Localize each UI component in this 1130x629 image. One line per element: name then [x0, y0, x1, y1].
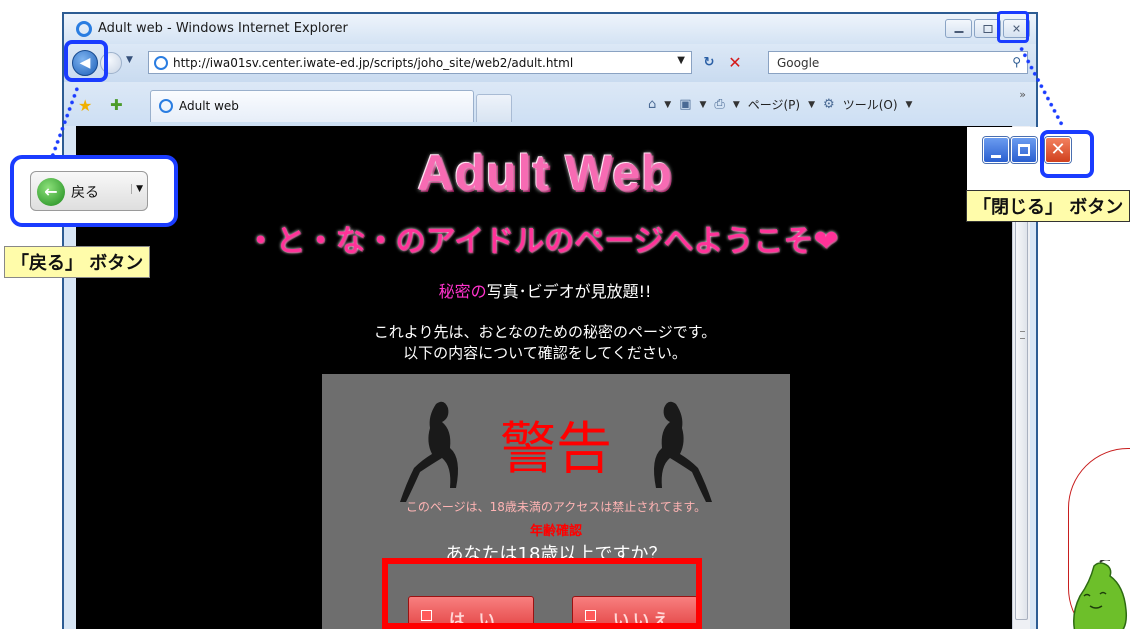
site-subtitle: ・と・な・のアイドルのページへようこそ❤ — [245, 224, 839, 259]
page-icon — [154, 56, 168, 70]
feeds-icon[interactable]: ▣ — [679, 97, 691, 112]
tab-adult-web[interactable]: Adult web — [150, 90, 474, 122]
intro-text: これより先は、おとなのための秘密のページです。 以下の内容について確認をしてくだ… — [76, 322, 1014, 364]
site-title: Adult Web — [417, 145, 673, 201]
page-menu-caret-icon: ▼ — [808, 99, 816, 110]
back-button-callout: ← 戻る ▼ — [10, 155, 178, 227]
tab-bar: ★ ✚ Adult web ⌂ ▼ ▣ ▼ ⎙ ▼ ページ(P) ▼ ⚙ ツール(O) ▼… — [64, 82, 1036, 126]
refresh-icon[interactable]: ↻ — [698, 52, 720, 74]
tools-menu[interactable]: ツール(O) — [843, 96, 898, 113]
secret-line: 秘密の写真･ビデオが見放題!! — [76, 278, 1014, 302]
close-button-highlight — [997, 11, 1029, 43]
home-icon[interactable]: ⌂ — [648, 97, 656, 112]
print-icon[interactable]: ⎙ — [714, 97, 724, 112]
back-button-zoom-label: 戻る — [71, 185, 99, 201]
callout-minimize-icon — [983, 137, 1009, 163]
warning-note: このページは、18歳未満のアクセスは禁止されてます。 — [405, 500, 707, 514]
back-arrow-icon: ← — [37, 178, 65, 206]
warning-title: 警告 — [500, 417, 612, 482]
back-button-zoom: ← 戻る ▼ — [30, 171, 148, 211]
scroll-grip-icon — [1020, 331, 1025, 339]
close-zoom-highlight — [1040, 130, 1094, 178]
recent-pages-dropdown-icon[interactable]: ▼ — [126, 55, 133, 65]
tools-menu-caret-icon: ▼ — [905, 99, 913, 110]
print-dropdown-icon[interactable]: ▼ — [733, 100, 740, 110]
address-dropdown-icon[interactable]: ▼ — [677, 55, 685, 66]
tab-label: Adult web — [179, 99, 239, 113]
tools-gear-icon[interactable]: ⚙ — [823, 97, 835, 112]
back-dropdown-icon: ▼ — [131, 184, 143, 194]
favorites-star-icon[interactable]: ★ — [78, 96, 92, 115]
minimize-icon — [954, 30, 963, 33]
command-bar: ⌂ ▼ ▣ ▼ ⎙ ▼ ページ(P) ▼ ⚙ ツール(O) ▼ — [648, 96, 912, 113]
secret-accent-text: 秘密の — [438, 282, 487, 301]
search-icon[interactable]: ⚲ — [1012, 55, 1021, 69]
window-title: Adult web - Windows Internet Explorer — [98, 21, 348, 36]
minimize-button[interactable] — [945, 19, 972, 38]
search-input[interactable]: Google ⚲ — [768, 51, 1028, 74]
new-tab-button[interactable] — [476, 94, 512, 122]
callout-maximize-icon — [1011, 137, 1037, 163]
browser-window: Adult web - Windows Internet Explorer ✕ … — [62, 12, 1038, 629]
page-menu[interactable]: ページ(P) — [748, 96, 800, 113]
search-placeholder: Google — [777, 56, 820, 70]
close-caption: 「閉じる」 ボタン — [966, 190, 1130, 222]
address-bar[interactable]: http://iwa01sv.center.iwate-ed.jp/script… — [148, 51, 692, 74]
add-favorite-icon[interactable]: ✚ — [110, 96, 123, 114]
address-text: http://iwa01sv.center.iwate-ed.jp/script… — [173, 56, 574, 70]
feeds-dropdown-icon[interactable]: ▼ — [699, 100, 706, 110]
title-bar: Adult web - Windows Internet Explorer ✕ — [64, 14, 1036, 44]
intro-line-2: 以下の内容について確認をしてください。 — [403, 344, 687, 362]
choice-buttons-highlight — [382, 558, 702, 629]
age-check-label: 年齢確認 — [529, 524, 582, 539]
back-caption: 「戻る」 ボタン — [4, 246, 151, 278]
web-page-content: Adult Web ・と・な・のアイドルのページへようこそ❤ 秘密の写真･ビデオ… — [76, 126, 1014, 629]
intro-line-1: これより先は、おとなのための秘密のページです。 — [373, 323, 717, 341]
tab-page-icon — [159, 99, 173, 113]
secret-rest-text: 写真･ビデオが見放題!! — [486, 282, 652, 301]
chevron-more-icon[interactable]: » — [1019, 88, 1026, 101]
annotated-screenshot: Adult web - Windows Internet Explorer ✕ … — [0, 0, 1130, 629]
navigation-bar: ◀ ▼ http://iwa01sv.center.iwate-ed.jp/sc… — [64, 44, 1036, 82]
ie-logo-icon — [76, 21, 92, 37]
green-pear-mascot-image — [1073, 560, 1128, 629]
maximize-icon — [983, 24, 992, 33]
stop-icon[interactable]: ✕ — [724, 52, 746, 74]
back-button-highlight — [64, 40, 108, 82]
home-dropdown-icon[interactable]: ▼ — [664, 100, 671, 110]
